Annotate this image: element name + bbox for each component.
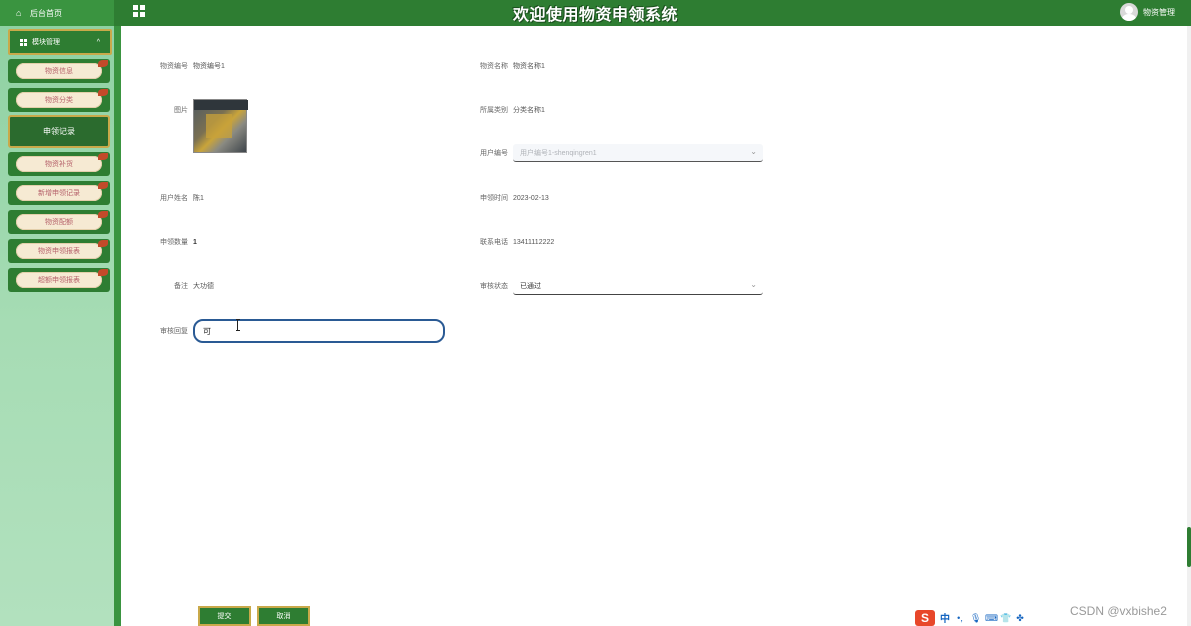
field-label: 物资名称 <box>480 63 508 70</box>
home-label: 后台首页 <box>30 8 62 18</box>
field-apply-time: 申领时间 2023-02-13 <box>441 193 549 203</box>
ime-toolbar: S 中 •, 🎙 ⌨ 👕 ✤ <box>913 609 1041 626</box>
field-value: 2023-02-13 <box>513 194 549 202</box>
sidebar-item-overquota-report[interactable]: 超额申领报表 <box>8 268 110 292</box>
item-image <box>193 99 248 153</box>
sidebar-item-apply-records[interactable]: 申领记录 <box>8 115 110 148</box>
field-value: 1 <box>193 238 197 246</box>
sidebar-item-quota[interactable]: 物资配额 <box>8 210 110 234</box>
field-label: 图片 <box>174 107 188 114</box>
sidebar-item-label: 超额申领报表 <box>16 272 102 288</box>
field-category: 所属类别 分类名称1 <box>441 105 545 115</box>
system-title: 欢迎使用物资申领系统 <box>512 7 678 24</box>
top-bar: ⌂ 后台首页 欢迎使用物资申领系统 物资管理 <box>0 0 1191 26</box>
field-value: 分类名称1 <box>513 107 545 114</box>
ime-logo-icon[interactable]: S <box>915 609 935 626</box>
sidebar-group-modules[interactable]: 模块管理 ^ <box>8 29 112 55</box>
home-link[interactable]: ⌂ 后台首页 <box>0 0 114 26</box>
sidebar-item-label: 物资信息 <box>16 63 102 79</box>
leaf-decoration <box>98 182 108 189</box>
sidebar-item-restock[interactable]: 物资补货 <box>8 152 110 176</box>
sidebar-item-label: 申领记录 <box>43 127 75 136</box>
field-label: 审核回复 <box>160 328 188 335</box>
field-label: 物资编号 <box>160 63 188 70</box>
leaf-decoration <box>98 153 108 160</box>
sidebar-item-label: 物资申领报表 <box>16 243 102 259</box>
grid-icon <box>20 38 27 46</box>
leaf-decoration <box>98 89 108 96</box>
field-label: 用户姓名 <box>160 195 188 202</box>
field-label: 审核状态 <box>480 283 508 290</box>
sidebar-item-new-apply-record[interactable]: 新增申领记录 <box>8 181 110 205</box>
field-label: 所属类别 <box>480 107 508 114</box>
input-value: 可 <box>203 326 211 336</box>
user-menu[interactable]: 物资管理 <box>1120 3 1175 21</box>
select-value: 用户编号1-shenqingren1 <box>520 149 597 157</box>
avatar-icon <box>1120 3 1138 21</box>
review-reply-input[interactable]: 可 <box>193 319 445 343</box>
watermark: CSDN @vxbishe2 <box>1070 604 1167 618</box>
field-user-name: 用户姓名 陈1 <box>121 193 204 203</box>
user-name: 物资管理 <box>1143 7 1175 17</box>
menu-toggle-icon[interactable] <box>133 5 147 19</box>
chevron-down-icon: ⌄ <box>750 147 757 156</box>
field-remark: 备注 大功德 <box>121 281 214 291</box>
field-review-reply: 审核回复 可 <box>121 319 445 343</box>
sidebar-item-label: 物资分类 <box>16 92 102 108</box>
sidebar-item-item-category[interactable]: 物资分类 <box>8 88 110 112</box>
submit-button[interactable]: 提交 <box>198 606 251 626</box>
user-id-select[interactable]: 用户编号1-shenqingren1 ⌄ <box>513 144 763 162</box>
field-user-id: 用户编号 用户编号1-shenqingren1 ⌄ <box>441 144 763 162</box>
field-value: 13411112222 <box>513 238 555 246</box>
sidebar-item-item-info[interactable]: 物资信息 <box>8 59 110 83</box>
home-icon: ⌂ <box>16 8 22 18</box>
chevron-down-icon: ⌄ <box>750 280 757 289</box>
field-value: 物资编号1 <box>193 63 225 70</box>
field-item-no: 物资编号 物资编号1 <box>121 61 225 71</box>
ime-mode-toggle[interactable]: 中 <box>940 610 950 625</box>
shirt-icon[interactable]: 👕 <box>1000 613 1011 623</box>
microphone-icon[interactable]: 🎙 <box>970 613 981 623</box>
field-value: 物资名称1 <box>513 63 545 70</box>
field-label: 备注 <box>174 283 188 290</box>
leaf-decoration <box>98 211 108 218</box>
field-label: 申领时间 <box>480 195 508 202</box>
sidebar-item-apply-report[interactable]: 物资申领报表 <box>8 239 110 263</box>
cancel-button[interactable]: 取消 <box>257 606 310 626</box>
field-label: 联系电话 <box>480 239 508 246</box>
sidebar: 模块管理 ^ 物资信息 物资分类 申领记录 物资补货 新增申领记录 物资配额 物… <box>0 26 121 626</box>
select-value: 已通过 <box>520 282 541 290</box>
leaf-decoration <box>98 60 108 67</box>
sidebar-item-label: 物资补货 <box>16 156 102 172</box>
sidebar-item-label: 物资配额 <box>16 214 102 230</box>
field-label: 用户编号 <box>480 150 508 157</box>
field-item-name: 物资名称 物资名称1 <box>441 61 545 71</box>
punctuation-icon[interactable]: •, <box>955 613 965 623</box>
keyboard-icon[interactable]: ⌨ <box>985 613 998 623</box>
field-value: 陈1 <box>193 195 204 202</box>
chevron-up-icon: ^ <box>96 39 100 46</box>
field-value: 大功德 <box>193 283 214 290</box>
field-quantity: 申领数量 1 <box>121 237 197 247</box>
apps-icon[interactable]: ✤ <box>1015 613 1025 623</box>
field-label: 申领数量 <box>160 239 188 246</box>
review-status-select[interactable]: 已通过 ⌄ <box>513 277 763 295</box>
field-review-status: 审核状态 已通过 ⌄ <box>441 277 763 295</box>
sidebar-item-label: 新增申领记录 <box>16 185 102 201</box>
leaf-decoration <box>98 269 108 276</box>
scrollbar-thumb[interactable] <box>1187 527 1191 567</box>
sidebar-group-label: 模块管理 <box>32 39 60 46</box>
field-image: 图片 <box>121 99 248 153</box>
text-cursor-icon <box>236 319 240 331</box>
leaf-decoration <box>98 240 108 247</box>
field-phone: 联系电话 13411112222 <box>441 237 554 247</box>
